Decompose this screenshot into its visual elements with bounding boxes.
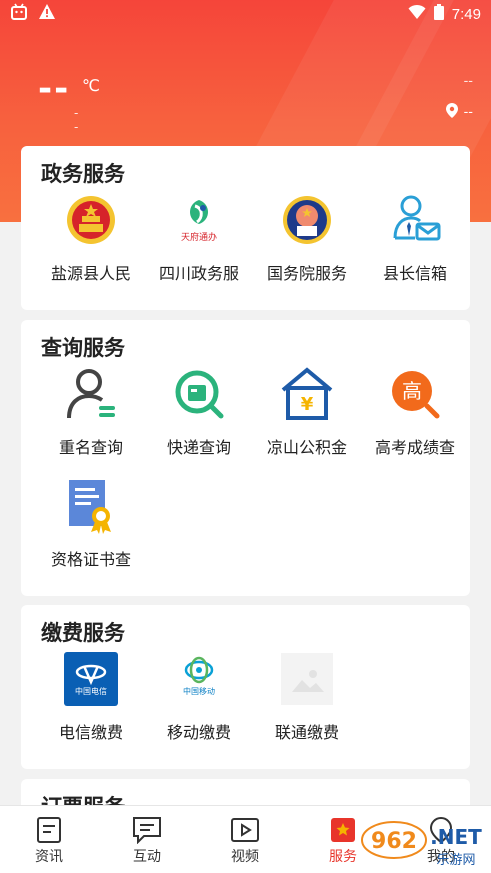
section-payment-services: 缴费服务 中国电信 电信缴费 中国移动 移动缴费 联通缴费 [21,605,470,769]
tianfu-tongban-icon: 天府通办 [171,192,227,248]
location-city: -- [463,105,473,120]
certificate-icon [63,478,119,534]
exam-score-icon: 高 [387,366,443,422]
exam-logo-text: 高 [402,379,422,403]
service-item-label: 电信缴费 [58,723,123,742]
service-item-label: 凉山公积金 [266,438,347,457]
china-mobile-icon: 中国移动 [171,651,227,707]
service-item-mobile[interactable]: 中国移动 移动缴费 [143,651,255,751]
section-title: 政务服务 [41,162,125,186]
telecom-logo-text: 中国电信 [75,686,107,696]
watermark-text-sub: 乐游网 [436,853,475,868]
service-item-yanyuan[interactable]: 盐源县人民 [35,192,147,292]
image-placeholder-icon [279,651,335,707]
tab-interaction[interactable]: 互动 [98,806,196,873]
person-icon [63,366,119,422]
weather-unit: ℃ [82,76,100,95]
section-title: 缴费服务 [41,621,125,645]
battery-icon [433,4,444,24]
location-pin-icon [445,103,458,122]
section-government-services: 政务服务 盐源县人民 天府通办 四川政务服 国务院服务 县长信箱 [21,146,470,310]
china-telecom-icon: 中国电信 [63,651,119,707]
news-icon [0,814,98,846]
service-item-unicom[interactable]: 联通缴费 [251,651,363,751]
service-item-certificate[interactable]: 资格证书查 [35,478,147,578]
service-item-label: 快递查询 [166,438,231,457]
location-top-text: -- [463,74,473,89]
express-icon [171,366,227,422]
service-item-housing-fund[interactable]: ¥ 凉山公积金 [251,366,363,466]
tab-video[interactable]: 视频 [196,806,294,873]
service-item-exam-score[interactable]: 高 高考成绩查 [359,366,471,466]
section-title: 查询服务 [41,336,125,360]
state-council-icon [279,192,335,248]
mailbox-icon [387,192,443,248]
service-item-label: 县长信箱 [382,264,447,283]
service-item-state-council[interactable]: 国务院服务 [251,192,363,292]
service-item-name-query[interactable]: 重名查询 [35,366,147,466]
service-item-express[interactable]: 快递查询 [143,366,255,466]
service-item-label: 高考成绩查 [374,438,455,457]
warning-icon [38,3,56,25]
tianfu-logo-text: 天府通办 [181,231,217,243]
watermark-logo: 962 .NET 乐游网 [360,818,488,870]
tab-news[interactable]: 资讯 [0,806,98,873]
service-item-sichuan[interactable]: 天府通办 四川政务服 [143,192,255,292]
weather-temperature: -- [38,69,71,109]
status-bar: 7:49 [0,0,491,28]
service-item-label: 移动缴费 [166,723,231,742]
mobile-logo-text: 中国移动 [183,686,215,696]
location-widget[interactable]: -- -- [445,74,473,122]
weather-widget[interactable]: -- ℃ -- [38,69,100,134]
service-item-label: 重名查询 [58,438,123,457]
housing-fund-icon: ¥ [279,366,335,422]
section-query-services: 查询服务 重名查询 快递查询 ¥ 凉山公积金 高 高考成绩查 资格证书查 [21,320,470,596]
tab-label: 互动 [133,849,161,865]
service-item-label: 四川政务服 [158,264,239,283]
watermark-text-net: .NET [430,825,482,849]
service-item-mailbox[interactable]: 县长信箱 [359,192,471,292]
housing-fund-symbol: ¥ [301,394,314,415]
service-item-label: 国务院服务 [266,264,347,283]
service-item-label: 联通缴费 [274,723,339,742]
video-icon [196,814,294,846]
android-notification-icon [10,3,28,25]
national-emblem-icon [63,192,119,248]
service-item-label: 盐源县人民 [50,264,131,283]
chat-icon [98,814,196,846]
status-time: 7:49 [451,5,481,23]
service-item-label: 资格证书查 [50,550,131,569]
watermark-text-big: 962 [371,829,417,854]
weather-description: -- [74,106,79,134]
service-item-telecom[interactable]: 中国电信 电信缴费 [35,651,147,751]
tab-label: 资讯 [35,849,63,865]
tab-label: 视频 [231,849,259,865]
wifi-icon [408,4,426,24]
